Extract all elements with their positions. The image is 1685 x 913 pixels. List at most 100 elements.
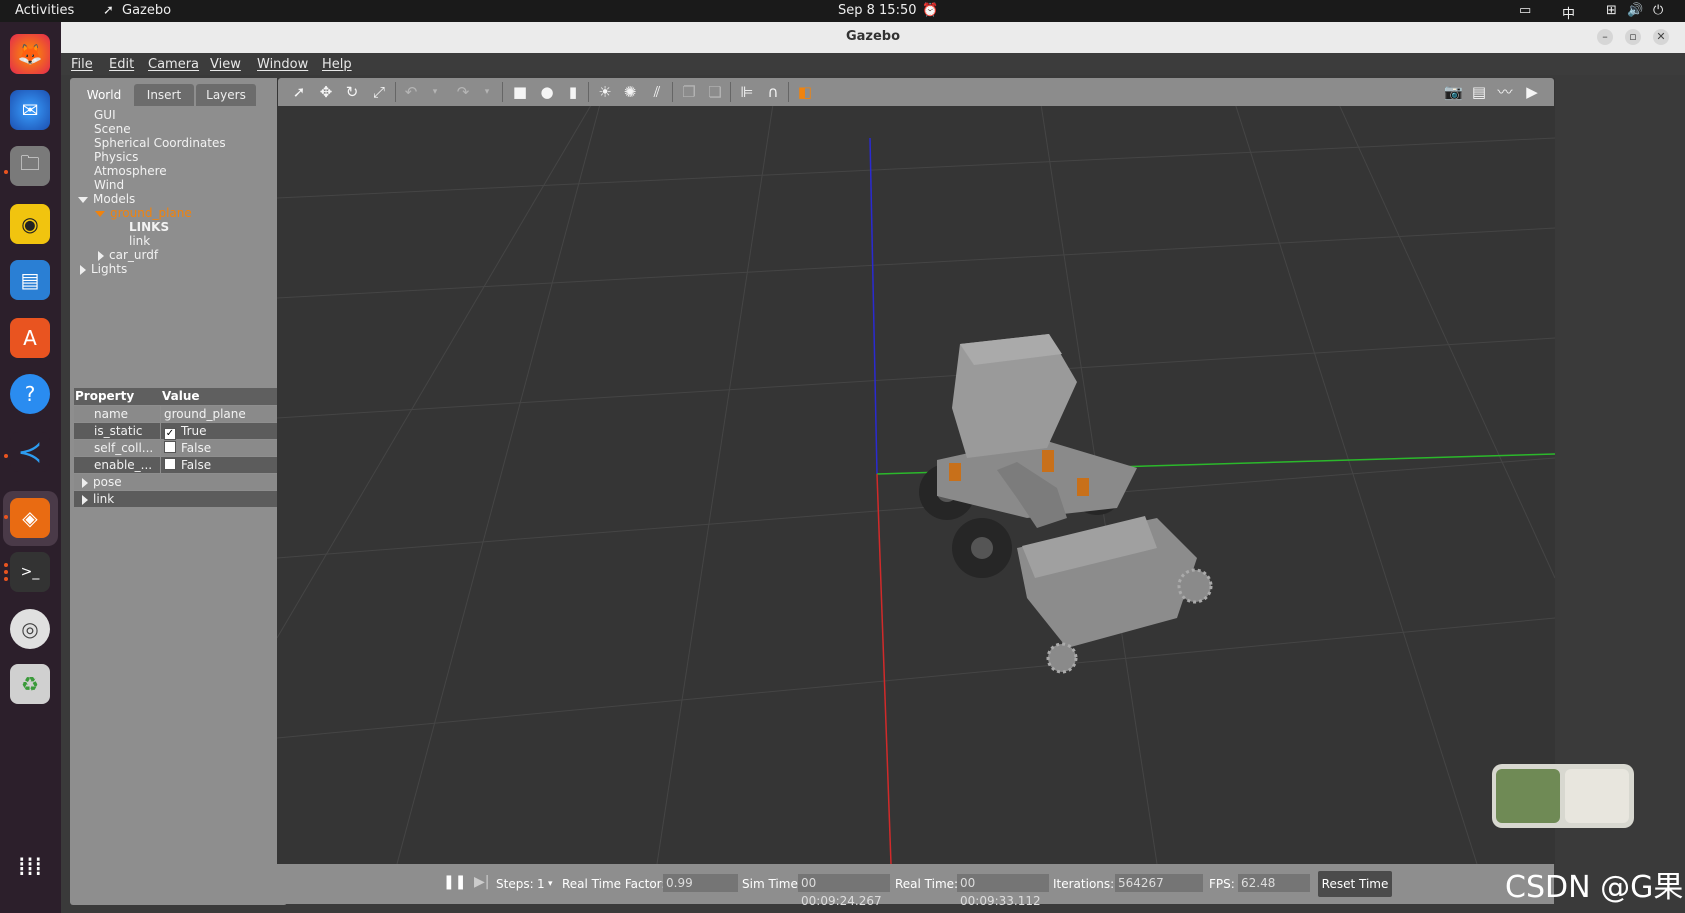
software-icon[interactable]: A (10, 318, 50, 358)
property-row-pose[interactable]: pose (74, 474, 281, 490)
reset-time-button[interactable]: Reset Time (1318, 871, 1392, 897)
tree-item-ground-plane[interactable]: ground_plane (95, 206, 192, 220)
trash-icon[interactable]: ♻ (10, 664, 50, 704)
volume-icon[interactable]: 🔊 (1627, 3, 1643, 18)
app-menu-label[interactable]: Gazebo (122, 3, 171, 18)
spot-light-icon[interactable]: ✺ (621, 83, 639, 101)
steps-label: Steps: (496, 877, 534, 891)
collapse-arrow-icon[interactable] (82, 477, 88, 488)
steps-value[interactable]: 1 (537, 877, 545, 891)
csdn-watermark: CSDN @G果 (1505, 870, 1684, 905)
translate-mode-icon[interactable]: ✥ (317, 83, 335, 101)
iterations-value: 564267 (1115, 874, 1203, 892)
files-icon[interactable]: 🗀 (10, 146, 50, 186)
tree-item-car-urdf[interactable]: car_urdf (98, 248, 158, 262)
point-light-icon[interactable]: ☀ (596, 83, 614, 101)
vscode-icon[interactable]: ≺ (10, 432, 50, 472)
tree-item-physics[interactable]: Physics (94, 150, 138, 164)
minimize-button[interactable]: – (1597, 29, 1613, 45)
menu-help[interactable]: Help (322, 57, 352, 72)
help-icon[interactable]: ? (10, 374, 50, 414)
clock[interactable]: Sep 8 15:50 (838, 3, 917, 18)
tree-item-lights[interactable]: Lights (80, 262, 127, 276)
checkbox-checked-icon[interactable]: ✓ (164, 428, 176, 440)
rhythmbox-icon[interactable]: ◉ (10, 204, 50, 244)
checkbox-unchecked-icon[interactable] (164, 458, 176, 470)
align-icon[interactable]: ⊫ (738, 83, 756, 101)
select-mode-icon[interactable]: ➚ (290, 83, 308, 101)
undo-history-chevron-icon[interactable]: ▾ (426, 83, 444, 101)
tab-insert[interactable]: Insert (134, 84, 194, 106)
expand-arrow-icon[interactable] (78, 196, 88, 203)
firefox-icon[interactable]: 🦊 (10, 34, 50, 74)
menu-file[interactable]: File (71, 57, 93, 72)
menu-edit[interactable]: Edit (109, 57, 134, 72)
tree-item-atmosphere[interactable]: Atmosphere (94, 164, 167, 178)
property-row-enable-wind[interactable]: enable_... False (74, 457, 281, 473)
checkbox-unchecked-icon[interactable] (164, 441, 176, 453)
snap-icon[interactable]: ∩ (764, 83, 782, 101)
steps-chevron-icon[interactable]: ▾ (548, 879, 553, 889)
keyboard-icon[interactable]: ▭ (1519, 3, 1531, 18)
collapse-arrow-icon[interactable] (80, 264, 86, 275)
redo-history-chevron-icon[interactable]: ▾ (478, 83, 496, 101)
tree-item-models[interactable]: Models (78, 192, 135, 206)
tree-item-gui[interactable]: GUI (94, 108, 116, 122)
tree-item-wind[interactable]: Wind (94, 178, 124, 192)
pause-icon[interactable]: ❚❚ (443, 874, 466, 890)
scene-viewport[interactable] (276, 77, 1556, 865)
property-row-name[interactable]: name ground_plane (74, 406, 281, 422)
sticker-image (1565, 769, 1629, 823)
copy-icon[interactable]: ❐ (680, 83, 698, 101)
real-time-value: 00 00:09:33.112 (957, 874, 1049, 908)
menu-window[interactable]: Window (257, 57, 308, 72)
disc-icon[interactable]: ◎ (10, 609, 50, 649)
tree-item-spherical-coordinates[interactable]: Spherical Coordinates (94, 136, 226, 150)
activities-button[interactable]: Activities (15, 3, 74, 18)
thunderbird-icon[interactable]: ✉ (10, 90, 50, 130)
directional-light-icon[interactable]: ⫽ (648, 83, 666, 101)
property-row-self-collide[interactable]: self_coll... False (74, 440, 281, 456)
scene-render (276, 77, 1556, 865)
cylinder-shape-icon[interactable]: ▮ (564, 83, 582, 101)
paste-icon[interactable]: ❏ (706, 83, 724, 101)
real-time-factor-value: 0.99 (663, 874, 738, 892)
tree-item-links-header: LINKS (129, 220, 170, 234)
show-apps-icon[interactable]: ⁞⁞⁞ (10, 847, 50, 887)
step-icon[interactable]: ▶| (474, 874, 489, 890)
writer-icon[interactable]: ▤ (10, 260, 50, 300)
menu-camera[interactable]: Camera (148, 57, 199, 72)
property-row-is-static[interactable]: is_static ✓ True (74, 423, 281, 440)
tree-item-scene[interactable]: Scene (94, 122, 131, 136)
tree-item-link[interactable]: link (129, 234, 150, 248)
redo-icon[interactable]: ↷ (454, 83, 472, 101)
network-icon[interactable]: ⊞ (1606, 3, 1617, 18)
close-button[interactable]: ✕ (1653, 29, 1669, 45)
collapse-arrow-icon[interactable] (82, 494, 88, 505)
expand-arrow-icon[interactable] (95, 210, 105, 217)
maximize-button[interactable]: ▫ (1625, 29, 1641, 45)
collapse-arrow-icon[interactable] (98, 250, 104, 261)
gazebo-app-menu-icon: ➚ (103, 3, 114, 18)
plot-icon[interactable]: 〰 (1496, 83, 1514, 101)
input-method[interactable]: 中 (1562, 3, 1575, 22)
property-row-link[interactable]: link (74, 491, 281, 507)
dock: 🦊 ✉ 🗀 ◉ ▤ A ? ≺ ◈ >_ ◎ ♻ ⁞⁞⁞ (0, 22, 61, 913)
log-icon[interactable]: ▤ (1470, 83, 1488, 101)
screenshot-icon[interactable]: 📷 (1444, 83, 1463, 101)
tab-world[interactable]: World (76, 84, 132, 106)
menu-view[interactable]: View (210, 57, 241, 72)
terminal-icon[interactable]: >_ (10, 552, 50, 592)
property-header: Property Value (74, 388, 281, 405)
view-angle-icon[interactable]: ◧ (796, 83, 814, 101)
system-top-bar: Activities ➚ Gazebo Sep 8 15:50 ⏰ ▭ 中 ⊞ … (0, 0, 1685, 22)
video-record-icon[interactable]: ▶ (1523, 83, 1541, 101)
undo-icon[interactable]: ↶ (402, 83, 420, 101)
gazebo-dock-icon[interactable]: ◈ (10, 498, 50, 538)
box-shape-icon[interactable]: ■ (511, 83, 529, 101)
tab-layers[interactable]: Layers (196, 84, 256, 106)
scale-mode-icon[interactable]: ⤢ (370, 83, 388, 101)
sphere-shape-icon[interactable]: ● (538, 83, 556, 101)
power-icon[interactable]: ⏻ (1653, 3, 1663, 18)
rotate-mode-icon[interactable]: ↻ (343, 83, 361, 101)
